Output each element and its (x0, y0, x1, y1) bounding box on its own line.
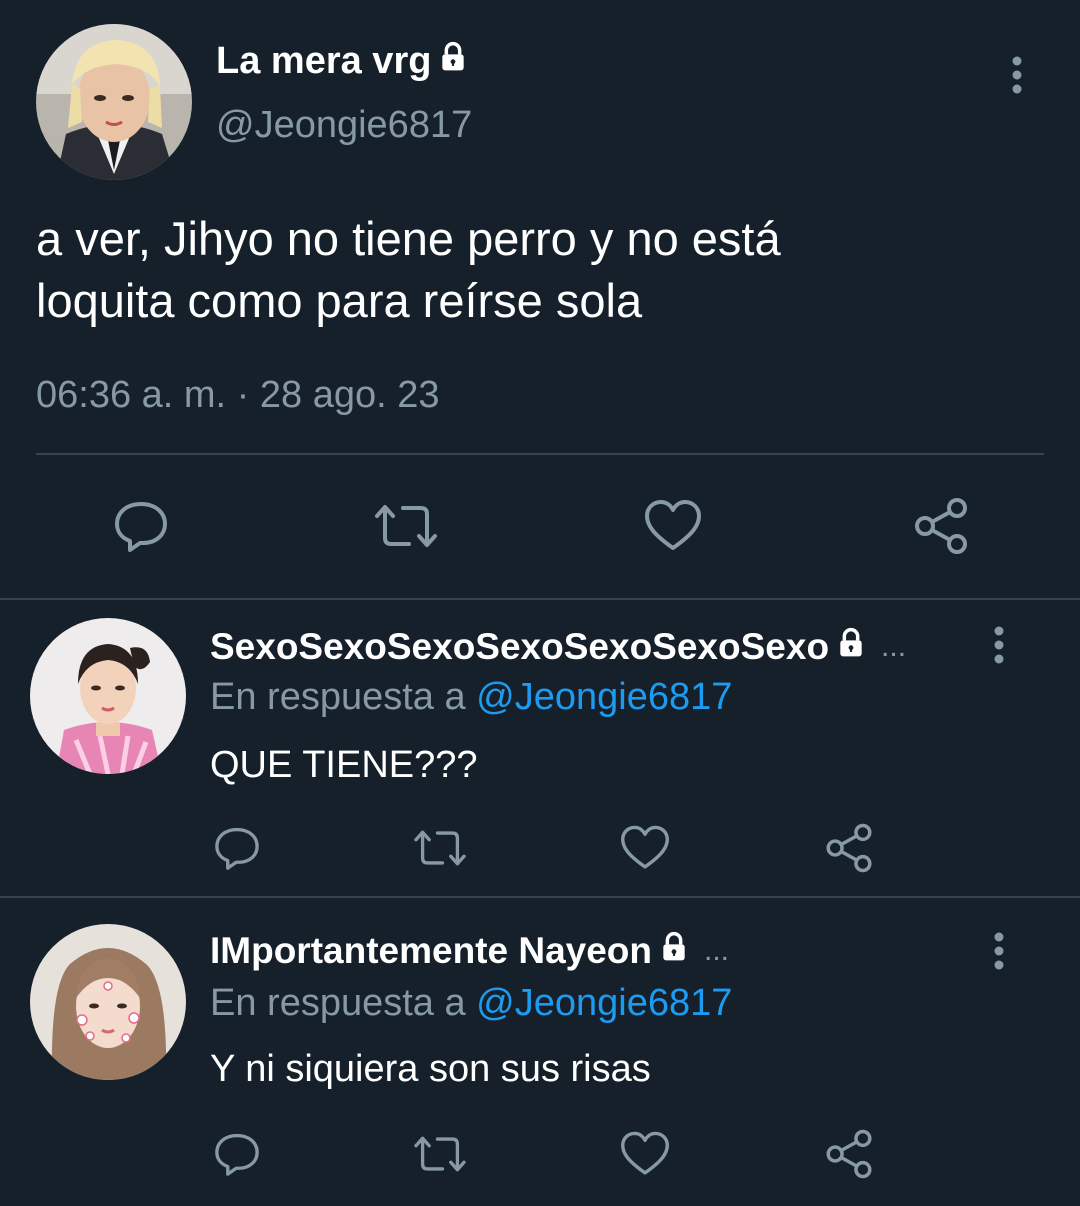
share-icon[interactable] (819, 820, 879, 876)
divider (36, 453, 1044, 455)
reply-context: En respuesta a @Jeongie6817 (210, 676, 732, 719)
retweet-icon[interactable] (371, 494, 441, 558)
tweet-detail-page: La mera vrg @Jeongie6817 a ver, Jihyo no… (0, 0, 1080, 1206)
tweet-text-line: a ver, Jihyo no tiene perro y no está (36, 212, 781, 265)
like-icon[interactable] (615, 1126, 675, 1182)
display-name-text[interactable]: IMportantemente Nayeon (210, 930, 652, 972)
avatar[interactable] (36, 24, 192, 180)
reply-icon[interactable] (207, 1126, 267, 1182)
display-name-text[interactable]: La mera vrg (216, 40, 431, 83)
reply-icon[interactable] (106, 494, 176, 558)
name-truncation: ... (704, 934, 730, 967)
tweet-text-line: loquita como para reírse sola (36, 274, 643, 327)
lock-icon (835, 626, 867, 668)
display-name[interactable]: La mera vrg (216, 40, 469, 83)
retweet-icon[interactable] (410, 820, 470, 876)
more-vertical-icon[interactable] (1002, 54, 1032, 98)
reply-icon[interactable] (207, 820, 267, 876)
like-icon[interactable] (638, 494, 708, 558)
avatar[interactable] (30, 924, 186, 1080)
reply-context: En respuesta a @Jeongie6817 (210, 982, 732, 1025)
display-name[interactable]: SexoSexoSexoSexoSexoSexoSexo ... (210, 626, 906, 668)
reply-tweet[interactable]: IMportantemente Nayeon ... En respuesta … (0, 898, 1080, 1206)
display-name[interactable]: IMportantemente Nayeon ... (210, 930, 729, 972)
like-icon[interactable] (615, 820, 675, 876)
reply-tweet[interactable]: SexoSexoSexoSexoSexoSexoSexo ... En resp… (0, 600, 1080, 896)
lock-icon (658, 930, 690, 972)
reply-prefix: En respuesta a (210, 982, 466, 1024)
tweet-text: QUE TIENE??? (210, 744, 478, 786)
display-name-text[interactable]: SexoSexoSexoSexoSexoSexoSexo (210, 626, 829, 668)
retweet-icon[interactable] (410, 1126, 470, 1182)
reply-prefix: En respuesta a (210, 676, 466, 718)
tweet-text: Y ni siquiera son sus risas (210, 1048, 651, 1090)
more-vertical-icon[interactable] (984, 930, 1014, 974)
share-icon[interactable] (906, 494, 976, 558)
tweet-timestamp: 06:36 a. m. · 28 ago. 23 (36, 374, 440, 416)
tweet-text: a ver, Jihyo no tiene perro y no está lo… (36, 208, 1036, 332)
user-handle[interactable]: @Jeongie6817 (216, 104, 472, 147)
more-vertical-icon[interactable] (984, 624, 1014, 668)
mention-link[interactable]: @Jeongie6817 (476, 982, 732, 1024)
avatar[interactable] (30, 618, 186, 774)
share-icon[interactable] (819, 1126, 879, 1182)
main-tweet: La mera vrg @Jeongie6817 a ver, Jihyo no… (0, 0, 1080, 598)
lock-icon (437, 40, 469, 83)
mention-link[interactable]: @Jeongie6817 (476, 676, 732, 718)
name-truncation: ... (881, 630, 907, 663)
